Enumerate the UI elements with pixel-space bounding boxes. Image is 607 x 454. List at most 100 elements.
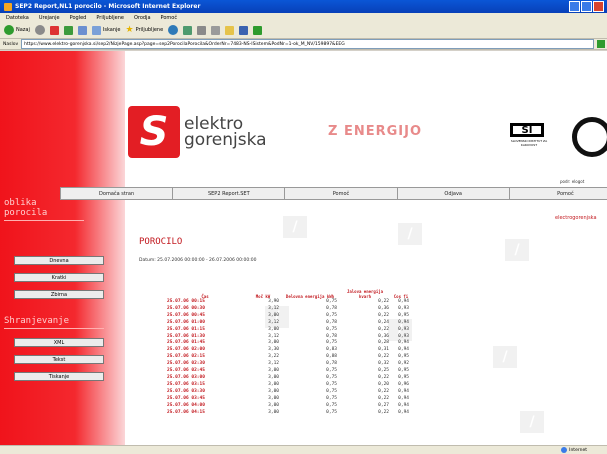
main-nav: Domača stran SEP2 Report.SET Pomoč Odjav… (60, 187, 607, 200)
table-row: 25.07.06 02:45 3,00 0,75 0,25 0,95 (165, 368, 411, 375)
table-cell: 0,75 (326, 312, 337, 318)
table-cell: 0,93 (398, 305, 409, 311)
favorites-button[interactable]: ★ Priljubljene (125, 25, 163, 35)
table-cell: 0,22 (378, 409, 389, 415)
table-row: 25.07.06 00:30 3,12 0,78 0,36 0,93 (165, 306, 411, 313)
zone-label: Internet (569, 447, 587, 453)
table-cell: 0,75 (326, 381, 337, 387)
watermark-icon: / (505, 239, 529, 261)
table-row: 25.07.06 01:15 3,00 0,75 0,22 0,93 (165, 327, 411, 334)
table-cell: 0,94 (398, 409, 409, 415)
messenger-icon[interactable] (253, 25, 263, 35)
menu-file[interactable]: Datoteka (6, 15, 29, 21)
sidebar-button-zbirna[interactable]: Zbirna (14, 290, 104, 299)
edit-icon[interactable] (225, 25, 235, 35)
sidebar-button-kratki[interactable]: Kratki (14, 273, 104, 282)
nav-help[interactable]: Pomoč (285, 188, 398, 199)
table-cell: 25.07.06 01:00 (167, 319, 205, 325)
window-titlebar: SEP2 Report,NL1 porocilo - Microsoft Int… (0, 0, 607, 13)
sidebar-button-tiskanje[interactable]: Tiskanje (14, 372, 104, 381)
table-cell: 3,12 (268, 319, 279, 325)
address-bar: Naslov https://www.elektro-gorenjska.si/… (0, 39, 607, 50)
table-cell: 0,36 (378, 305, 389, 311)
table-cell: 25.07.06 00:30 (167, 305, 205, 311)
company-link[interactable]: electrogorenjska (555, 215, 597, 221)
table-cell: 0,95 (398, 368, 409, 374)
table-cell: 0,75 (326, 409, 337, 415)
mail-icon[interactable] (197, 25, 207, 35)
table-row: 25.07.06 03:30 3,00 0,75 0,22 0,94 (165, 389, 411, 396)
table-cell: 0,94 (398, 395, 409, 401)
ie-icon (4, 2, 12, 11)
si-caption: SLOVENSKI INSTITUT ZA KAKOVOST (510, 139, 548, 147)
table-cell: 25.07.06 00:15 (167, 299, 205, 304)
search-label: Iskanje (102, 27, 121, 33)
sidebar-button-tekst[interactable]: Tekst (14, 355, 104, 364)
go-icon[interactable] (597, 40, 605, 48)
nav-logout[interactable]: Odjava (398, 188, 510, 199)
address-url: https://www.elektro-gorenjska.si/sep2/Ni… (24, 41, 345, 47)
address-input[interactable]: https://www.elektro-gorenjska.si/sep2/Ni… (21, 39, 594, 49)
si-certification-logo: SI SLOVENSKI INSTITUT ZA KAKOVOST (510, 123, 548, 157)
menu-view[interactable]: Pogled (70, 15, 87, 21)
table-row: 25.07.06 04:15 3,00 0,75 0,22 0,94 (165, 410, 411, 417)
table-row: 25.07.06 00:15 3,90 0,75 0,22 0,94 (165, 299, 411, 306)
refresh-icon[interactable] (63, 25, 73, 35)
discuss-icon[interactable] (239, 25, 249, 35)
sidebar-button-xml[interactable]: XML (14, 338, 104, 347)
media-icon[interactable] (168, 25, 179, 35)
table-row: 25.07.06 03:00 3,00 0,75 0,22 0,95 (165, 375, 411, 382)
table-cell: 0,75 (326, 395, 337, 401)
table-cell: 0,75 (326, 368, 337, 374)
menu-edit[interactable]: Urejanje (39, 15, 60, 21)
col-header-cos-fi: Cos fi (393, 294, 409, 299)
report-date-range: Datum: 25.07.2006 00:00:00 - 26.07.2006 … (139, 258, 257, 263)
sidebar-divider (4, 220, 84, 221)
table-cell: 3,00 (268, 388, 279, 394)
table-cell: 25.07.06 02:45 (167, 368, 205, 374)
nav-help-2[interactable]: Pomoč (510, 188, 607, 199)
browser-toolbar: Nazaj Iskanje ★ Priljubljene (0, 22, 607, 39)
table-cell: 25.07.06 03:45 (167, 395, 205, 401)
history-icon[interactable] (183, 25, 193, 35)
table-cell: 0,93 (398, 326, 409, 332)
table-cell: 0,94 (398, 402, 409, 408)
forward-button[interactable] (34, 25, 45, 35)
col-header-active-energy: Delovna energija kWh (285, 294, 335, 299)
menu-favorites[interactable]: Priljubljene (96, 15, 124, 21)
table-cell: 0,95 (398, 312, 409, 318)
menu-help[interactable]: Pomoč (161, 15, 178, 21)
back-button[interactable]: Nazaj (4, 25, 30, 35)
si-text: SI (510, 123, 544, 137)
table-cell: 0,25 (378, 368, 389, 374)
table-cell: 3,90 (268, 299, 279, 304)
back-arrow-icon (4, 25, 14, 35)
table-cell: 3,00 (268, 409, 279, 415)
close-button[interactable] (593, 1, 604, 12)
home-icon[interactable] (77, 25, 87, 35)
table-cell: 0,22 (378, 312, 389, 318)
watermark-icon: / (520, 411, 544, 433)
nav-home[interactable]: Domača stran (61, 188, 174, 199)
zone-indicator: Internet (561, 447, 587, 453)
slogan: Z ENERGIJO (328, 124, 422, 139)
table-row: 25.07.06 00:45 3,00 0,75 0,22 0,95 (165, 313, 411, 320)
minimize-button[interactable] (569, 1, 580, 12)
nav-sep2-report[interactable]: SEP2 Report.SET (173, 188, 286, 199)
print-icon[interactable] (211, 25, 221, 35)
table-cell: 0,75 (326, 326, 337, 332)
sidebar-button-dnevna[interactable]: Dnevna (14, 256, 104, 265)
table-cell: 25.07.06 03:00 (167, 374, 205, 380)
search-button[interactable]: Iskanje (91, 25, 121, 35)
menu-tools[interactable]: Orodja (134, 15, 151, 21)
table-cell: 0,22 (378, 374, 389, 380)
table-cell: 3,00 (268, 402, 279, 408)
table-cell: 0,22 (378, 326, 389, 332)
stop-icon[interactable] (49, 25, 59, 35)
company-logo[interactable]: S elektro gorenjska (128, 106, 267, 158)
maximize-button[interactable] (581, 1, 592, 12)
watermark-icon: / (283, 216, 307, 238)
table-cell: 0,27 (378, 402, 389, 408)
user-info: podr: elogot (560, 179, 584, 184)
report-table: Čas Moč kW Delovna energija kWh Jalova e… (165, 279, 411, 416)
